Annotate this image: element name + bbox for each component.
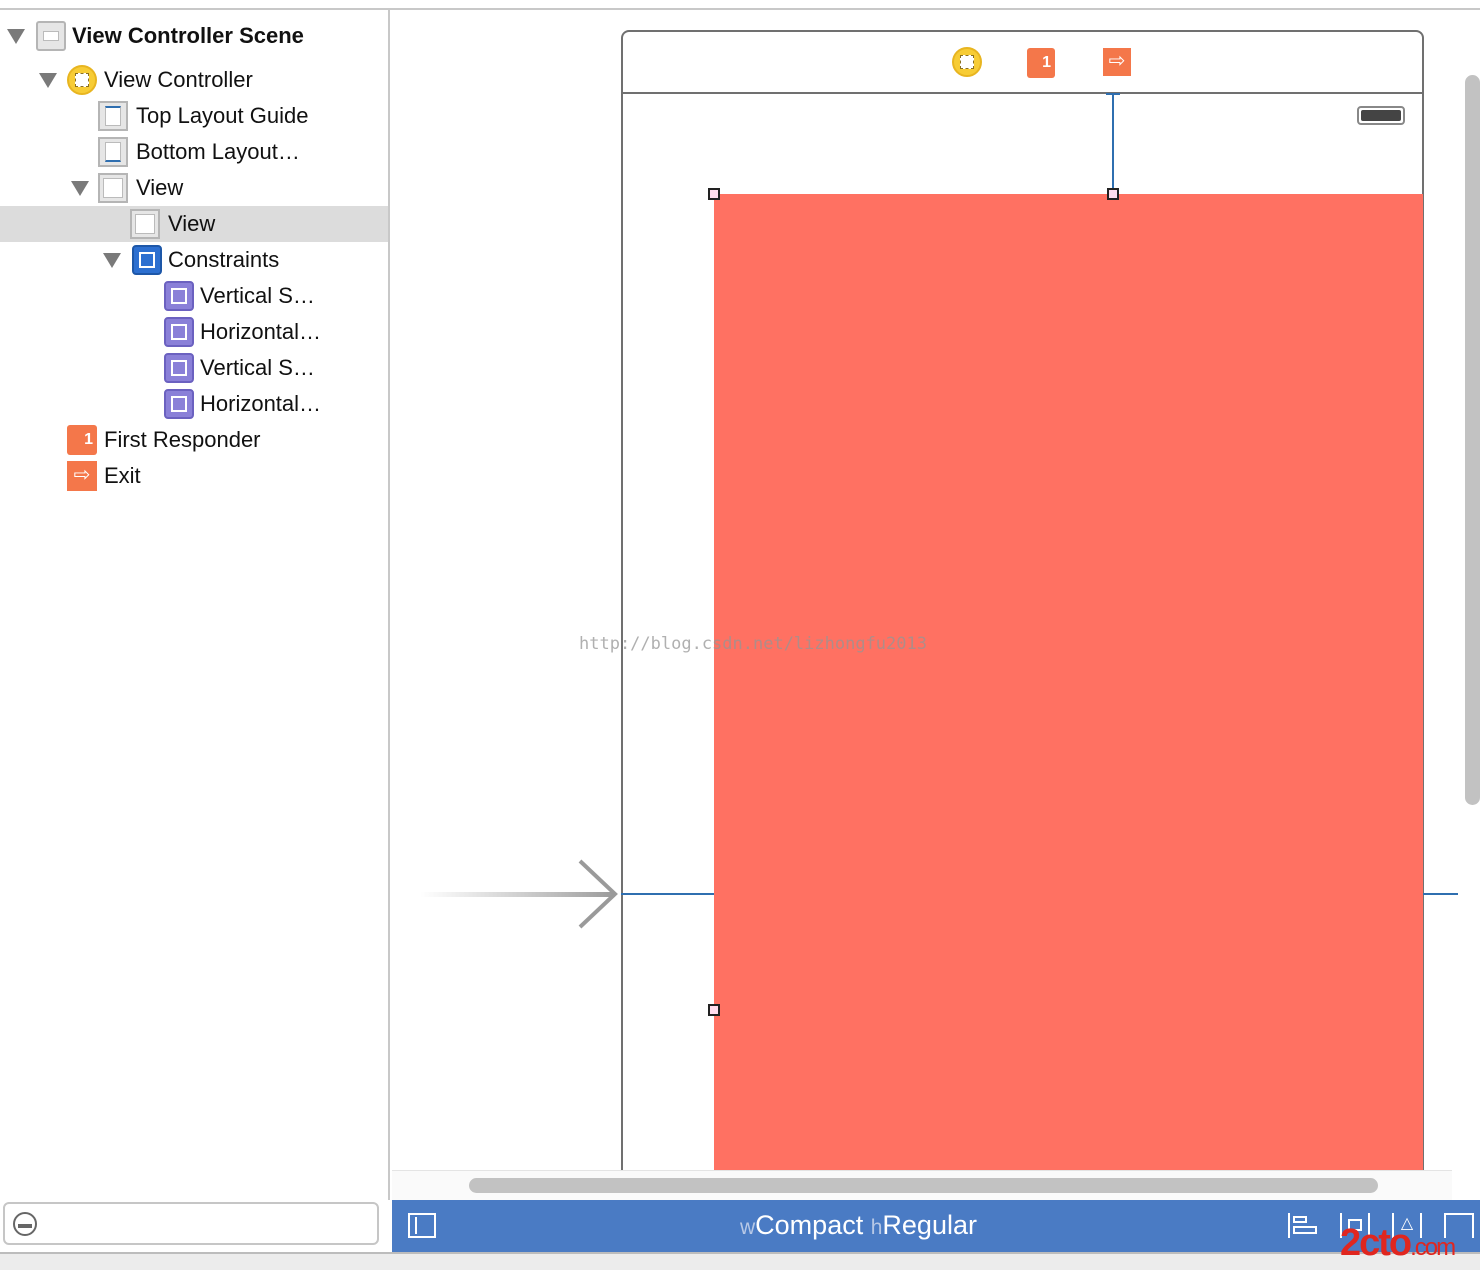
outline-item-constraint[interactable]: Horizontal… xyxy=(0,386,388,422)
bottom-toolbar xyxy=(0,1252,1480,1270)
top-constraint-cap xyxy=(1106,93,1120,95)
scene-icon xyxy=(36,21,66,51)
outline-item-constraint[interactable]: Vertical S… xyxy=(0,278,388,314)
outline-item-constraint[interactable]: Horizontal… xyxy=(0,314,388,350)
outline-item-label: View Controller Scene xyxy=(72,23,304,48)
width-prefix: w xyxy=(740,1216,756,1239)
top-constraint-line[interactable] xyxy=(1112,93,1114,194)
top-layout-guide-icon xyxy=(98,101,128,131)
horizontal-scroll-thumb[interactable] xyxy=(469,1178,1378,1193)
outline-item-scene[interactable]: View Controller Scene xyxy=(0,18,388,54)
bottom-layout-guide-icon xyxy=(98,137,128,167)
height-class: Regular xyxy=(882,1210,977,1240)
resize-handle-top-left[interactable] xyxy=(708,188,720,200)
outline-item-top-layout-guide[interactable]: Top Layout Guide xyxy=(0,98,388,134)
leading-constraint-line[interactable] xyxy=(621,893,714,895)
scene-dock: 1 ⇨ xyxy=(623,32,1422,94)
exit-icon: ⇨ xyxy=(67,461,97,491)
align-icon[interactable] xyxy=(1288,1213,1318,1238)
view-icon xyxy=(98,173,128,203)
outline-item-label: Horizontal… xyxy=(200,319,322,344)
disclosure-triangle-icon[interactable] xyxy=(7,29,25,44)
outline-item-view[interactable]: View xyxy=(0,170,388,206)
size-class-selector[interactable]: wCompact hRegular xyxy=(740,1210,977,1241)
view-controller-icon xyxy=(67,65,97,95)
filter-icon xyxy=(13,1212,37,1236)
vertical-space-constraint-icon xyxy=(164,353,194,383)
height-prefix: h xyxy=(870,1216,883,1239)
outline-item-constraint[interactable]: Vertical S… xyxy=(0,350,388,386)
outline-item-label: View xyxy=(168,211,216,236)
disclosure-triangle-icon[interactable] xyxy=(39,73,57,88)
horizontal-space-constraint-icon xyxy=(164,389,194,419)
first-responder-icon: 1 xyxy=(67,425,97,455)
outline-item-label: Vertical S… xyxy=(200,283,315,308)
outline-item-first-responder[interactable]: 1 First Responder xyxy=(0,422,388,458)
outline-item-label: Vertical S… xyxy=(200,355,315,380)
constraints-icon xyxy=(132,245,162,275)
outline-filter-field[interactable] xyxy=(3,1202,379,1245)
initial-view-controller-arrow-icon xyxy=(420,859,618,929)
trailing-constraint-line[interactable] xyxy=(1423,893,1458,895)
site-logo-watermark: 2cto.com xyxy=(1340,1222,1456,1264)
outline-item-exit[interactable]: ⇨ Exit xyxy=(0,458,388,494)
document-outline: View Controller Scene View Controller To… xyxy=(0,10,390,1200)
red-subview[interactable] xyxy=(714,194,1423,1170)
outline-item-subview-selected[interactable]: View xyxy=(0,206,388,242)
outline-item-label: Constraints xyxy=(168,247,280,272)
view-icon xyxy=(130,209,160,239)
first-responder-icon[interactable]: 1 xyxy=(1027,48,1055,78)
outline-item-label: View xyxy=(136,175,184,200)
resize-handle-bottom-left[interactable] xyxy=(708,1004,720,1016)
outline-item-label: Exit xyxy=(104,463,141,488)
view-controller-icon[interactable] xyxy=(952,47,982,77)
outline-item-label: View Controller xyxy=(104,67,253,92)
outline-item-constraints[interactable]: Constraints xyxy=(0,242,388,278)
outline-item-bottom-layout-guide[interactable]: Bottom Layout… xyxy=(0,134,388,170)
battery-icon xyxy=(1357,106,1405,125)
outline-item-label: Horizontal… xyxy=(200,391,322,416)
disclosure-triangle-icon[interactable] xyxy=(103,253,121,268)
outline-item-label: Top Layout Guide xyxy=(136,103,309,128)
outline-item-view-controller[interactable]: View Controller xyxy=(0,62,388,98)
horizontal-space-constraint-icon xyxy=(164,317,194,347)
resize-handle-top[interactable] xyxy=(1107,188,1119,200)
watermark-text: http://blog.csdn.net/lizhongfu2013 xyxy=(579,634,927,654)
vertical-scroll-thumb[interactable] xyxy=(1465,75,1480,805)
vertical-space-constraint-icon xyxy=(164,281,194,311)
width-class: Compact xyxy=(755,1210,864,1240)
exit-icon[interactable]: ⇨ xyxy=(1103,48,1131,76)
outline-item-label: Bottom Layout… xyxy=(136,139,300,164)
outline-item-label: First Responder xyxy=(104,427,261,452)
disclosure-triangle-icon[interactable] xyxy=(71,181,89,196)
toggle-outline-icon[interactable] xyxy=(408,1213,436,1238)
